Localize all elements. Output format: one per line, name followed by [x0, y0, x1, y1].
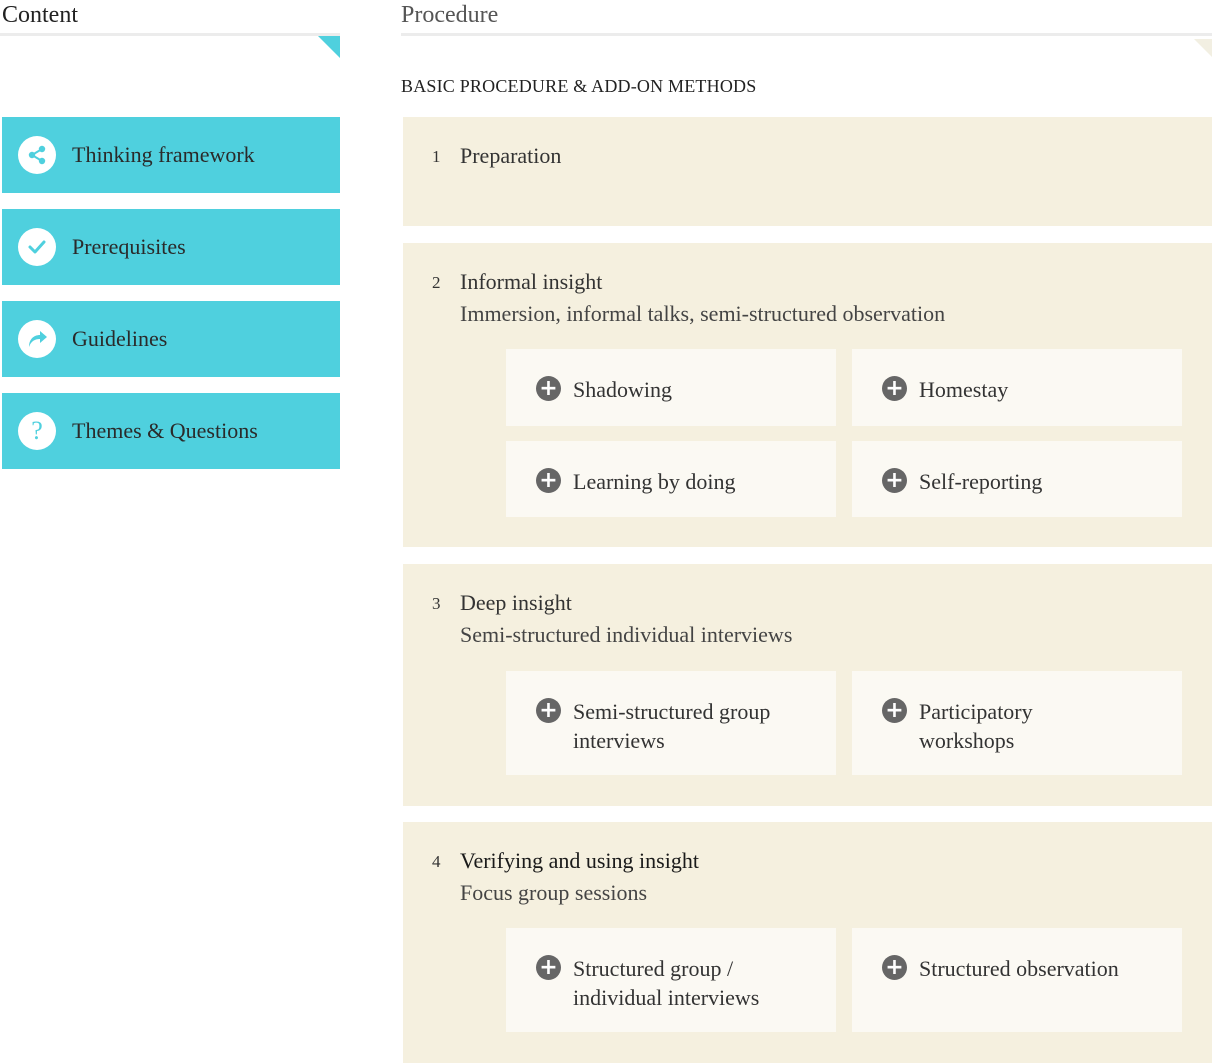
menu-item-prerequisites[interactable]: Prerequisites: [2, 209, 340, 285]
procedure-header: Procedure: [401, 0, 1212, 57]
content-header: Content: [0, 0, 340, 58]
step-number: 4: [432, 852, 441, 871]
step-subtitle: Immersion, informal talks, semi-structur…: [460, 301, 946, 326]
content-menu: Thinking framework Prerequisites Guideli…: [2, 117, 340, 485]
menu-item-guidelines[interactable]: Guidelines: [2, 301, 340, 377]
addon-label: Shadowing: [573, 377, 672, 402]
plus-icon: +: [536, 955, 561, 980]
plus-icon: +: [882, 955, 907, 980]
content-header-title: Content: [2, 2, 78, 28]
question-icon: ?: [18, 412, 56, 450]
step-heading: 4 Verifying and using insight Focus group…: [432, 848, 699, 906]
procedure-column: Procedure BASIC PROCEDURE & ADD-ON METHO…: [401, 0, 1212, 1063]
step-heading: 1 Preparation: [432, 143, 561, 169]
plus-icon: +: [536, 376, 561, 401]
step-1: 1 Preparation: [403, 117, 1212, 226]
step-number: 1: [432, 147, 441, 166]
menu-item-label: Thinking framework: [72, 142, 255, 167]
plus-icon: +: [536, 468, 561, 493]
menu-item-thinking-framework[interactable]: Thinking framework: [2, 117, 340, 193]
step-2: 2 Informal insight Immersion, informal ta…: [403, 243, 1212, 547]
header-corner-decoration: [1194, 39, 1212, 57]
addon-label: Homestay: [919, 377, 1009, 402]
procedure-header-title: Procedure: [401, 2, 499, 28]
forward-arrow-icon: [18, 320, 56, 358]
header-corner-decoration: [318, 36, 340, 58]
menu-item-label: Themes & Questions: [72, 418, 258, 443]
addon-semi-structured-group-interviews[interactable]: + Semi-structured group interviews: [506, 671, 836, 775]
menu-item-themes-questions[interactable]: ? Themes & Questions: [2, 393, 340, 469]
addon-label: Structured observation: [919, 956, 1119, 981]
plus-icon: +: [536, 698, 561, 723]
addon-label: Semi-structured group interviews: [573, 699, 771, 753]
check-icon: [18, 228, 56, 266]
step-title: Preparation: [460, 143, 562, 168]
plus-icon: +: [882, 698, 907, 723]
content-column: Content Thinking framework Prerequisites…: [0, 0, 340, 469]
addon-self-reporting[interactable]: + Self-reporting: [852, 441, 1182, 517]
plus-icon: +: [882, 468, 907, 493]
menu-item-label: Guidelines: [72, 326, 168, 351]
step-subtitle: Semi-structured individual interviews: [460, 622, 793, 647]
share-icon: [18, 136, 56, 174]
addon-structured-group-individual-interviews[interactable]: + Structured group / individual intervie…: [506, 928, 836, 1032]
step-heading: 3 Deep insight Semi-structured individual…: [432, 590, 792, 648]
addon-label: Self-reporting: [919, 469, 1043, 494]
addon-participatory-workshops[interactable]: + Participatory workshops: [852, 671, 1182, 775]
step-subtitle: Focus group sessions: [460, 880, 648, 905]
step-title: Verifying and using insight: [460, 848, 699, 873]
step-4: 4 Verifying and using insight Focus group…: [403, 822, 1212, 1063]
plus-icon: +: [882, 376, 907, 401]
section-label: BASIC PROCEDURE & ADD-ON METHODS: [401, 76, 757, 96]
step-title: Deep insight: [460, 590, 572, 615]
step-title: Informal insight: [460, 269, 603, 294]
step-number: 3: [432, 594, 441, 613]
addon-structured-observation[interactable]: + Structured observation: [852, 928, 1182, 1032]
addon-homestay[interactable]: + Homestay: [852, 349, 1182, 426]
addon-shadowing[interactable]: + Shadowing: [506, 349, 836, 426]
step-number: 2: [432, 273, 441, 292]
addon-label: Learning by doing: [573, 469, 736, 494]
addon-label: Participatory workshops: [919, 699, 1033, 753]
menu-item-label: Prerequisites: [72, 234, 186, 259]
step-3: 3 Deep insight Semi-structured individual…: [403, 564, 1212, 806]
addon-learning-by-doing[interactable]: + Learning by doing: [506, 441, 836, 517]
step-heading: 2 Informal insight Immersion, informal ta…: [432, 269, 945, 327]
addon-label: Structured group / individual interviews: [573, 956, 760, 1010]
